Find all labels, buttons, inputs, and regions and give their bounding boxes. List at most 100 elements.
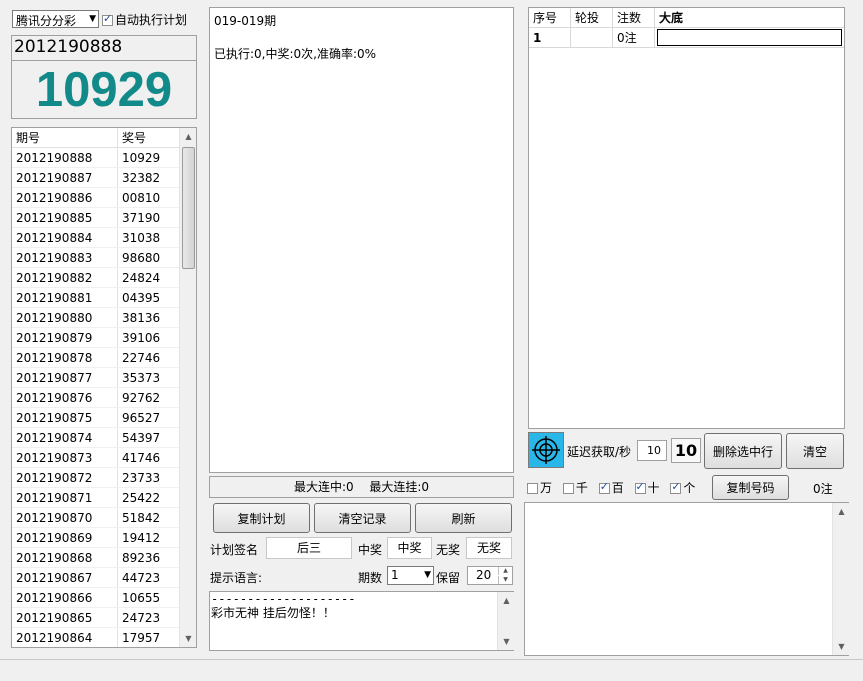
digit-qian-check-icon[interactable] — [562, 483, 574, 494]
digit-wan-check-icon[interactable] — [527, 483, 538, 494]
target-icon[interactable] — [528, 432, 564, 468]
digit-qian-label: 千 — [575, 481, 588, 495]
nowin-input[interactable]: 无奖 — [466, 537, 512, 559]
table-row[interactable]: 2012190872 23733 — [12, 467, 179, 488]
clear-log-button[interactable]: 清空记录 — [314, 503, 411, 533]
current-number: 10929 — [35, 63, 173, 117]
hint-textarea[interactable]: -------------------- 彩市无神 挂后勿怪！！ ▲ ▼ — [209, 591, 514, 651]
digit-wan[interactable]: 万 — [527, 481, 552, 495]
keep-value: 20 — [476, 568, 492, 582]
digit-shi[interactable]: 十 — [634, 480, 660, 495]
delay-label: 延迟获取/秒 — [567, 445, 632, 459]
streak-bar: 最大连中:0 最大连挂:0 — [209, 476, 514, 498]
digit-ge-label: 个 — [683, 481, 696, 495]
copy-numbers-button[interactable]: 复制号码 — [712, 475, 789, 500]
history-issue-cell: 2012190873 — [12, 447, 118, 468]
scroll-thumb[interactable] — [182, 147, 195, 269]
table-row[interactable]: 2012190865 24723 — [12, 607, 179, 628]
table-row[interactable]: 2012190879 39106 — [12, 327, 179, 348]
table-row[interactable]: 2012190876 92762 — [12, 387, 179, 408]
digit-qian[interactable]: 千 — [562, 481, 588, 495]
table-row[interactable]: 2012190864 17957 — [12, 627, 179, 647]
table-row[interactable]: 2012190866 10655 — [12, 587, 179, 608]
history-number-cell: 31038 — [117, 227, 179, 248]
history-issue-cell: 2012190879 — [12, 327, 118, 348]
scroll-up-icon[interactable]: ▲ — [498, 592, 515, 609]
bet-row-base-input[interactable] — [657, 29, 842, 46]
periods-select[interactable]: 1 ▼ — [387, 566, 434, 585]
history-table: 期号 奖号 2012190888 10929 2012190887 32382 2012… — [12, 128, 179, 647]
history-number-cell: 44723 — [117, 567, 179, 588]
bet-table-panel[interactable]: 序号 轮投 注数 大底 1 0注 — [528, 7, 845, 429]
plan-signature-input[interactable]: 后三 — [266, 537, 352, 559]
bet-header-count: 注数 — [612, 8, 655, 28]
delete-selected-button[interactable]: 删除选中行 — [704, 433, 782, 469]
plan-log-area[interactable]: 019-019期 已执行:0,中奖:0次,准确率:0% — [209, 7, 514, 473]
digit-wan-label: 万 — [540, 481, 553, 495]
history-issue-cell: 2012190874 — [12, 427, 118, 448]
history-number-cell: 24723 — [117, 607, 179, 628]
table-row[interactable]: 2012190886 00810 — [12, 187, 179, 208]
table-row[interactable]: 2012190880 38136 — [12, 307, 179, 328]
digit-ge[interactable]: 个 — [670, 480, 696, 495]
digit-bai-check-icon[interactable] — [598, 480, 610, 494]
history-number-cell: 98680 — [117, 247, 179, 268]
table-row[interactable]: 2012190887 32382 — [12, 167, 179, 188]
digit-ge-check-icon[interactable] — [670, 480, 682, 494]
scroll-down-icon[interactable]: ▼ — [833, 638, 850, 655]
scroll-up-icon[interactable]: ▲ — [833, 503, 850, 520]
history-scrollbar[interactable]: ▲ ▼ — [179, 128, 196, 647]
table-row[interactable]: 2012190875 96527 — [12, 407, 179, 428]
auto-plan-check-icon[interactable] — [102, 12, 113, 26]
table-row[interactable]: 2012190888 10929 — [12, 147, 179, 168]
keep-label: 保留 — [436, 571, 461, 585]
max-win-label: 最大连中: — [293, 480, 347, 494]
table-row[interactable]: 2012190873 41746 — [12, 447, 179, 468]
scroll-down-icon[interactable]: ▼ — [498, 633, 515, 650]
table-row[interactable]: 2012190870 51842 — [12, 507, 179, 528]
history-number-cell: 39106 — [117, 327, 179, 348]
copy-plan-button[interactable]: 复制计划 — [213, 503, 310, 533]
history-issue-cell: 2012190877 — [12, 367, 118, 388]
table-row[interactable]: 2012190871 25422 — [12, 487, 179, 508]
history-list[interactable]: 期号 奖号 2012190888 10929 2012190887 32382 2012… — [11, 127, 197, 648]
stepper-up-icon[interactable]: ▲ — [498, 567, 512, 575]
history-issue-cell: 2012190887 — [12, 167, 118, 188]
table-row[interactable]: 2012190878 22746 — [12, 347, 179, 368]
history-issue-cell: 2012190866 — [12, 587, 118, 608]
win-input[interactable]: 中奖 — [387, 537, 432, 559]
lottery-select[interactable]: 腾讯分分彩 ▼ — [12, 10, 99, 28]
bet-row-round[interactable] — [570, 27, 613, 48]
hint-scrollbar[interactable]: ▲ ▼ — [497, 592, 514, 650]
table-row[interactable]: 2012190874 54397 — [12, 427, 179, 448]
history-header-number: 奖号 — [117, 128, 179, 148]
auto-plan-label: 自动执行计划 — [115, 13, 188, 27]
table-row[interactable]: 2012190881 04395 — [12, 287, 179, 308]
history-issue-cell: 2012190884 — [12, 227, 118, 248]
table-row[interactable]: 2012190869 19412 — [12, 527, 179, 548]
digit-bai[interactable]: 百 — [598, 480, 624, 495]
refresh-button[interactable]: 刷新 — [415, 503, 512, 533]
table-row[interactable]: 1 0注 — [529, 27, 844, 48]
delay-input[interactable]: 10 — [637, 440, 667, 461]
scroll-up-icon[interactable]: ▲ — [180, 128, 196, 145]
numbers-output-area[interactable]: ▲ ▼ — [524, 502, 849, 656]
numbers-scrollbar[interactable]: ▲ ▼ — [832, 503, 849, 655]
table-row[interactable]: 2012190885 37190 — [12, 207, 179, 228]
table-row[interactable]: 2012190867 44723 — [12, 567, 179, 588]
auto-plan-checkbox[interactable]: 自动执行计划 — [102, 11, 194, 27]
table-row[interactable]: 2012190883 98680 — [12, 247, 179, 268]
stepper-down-icon[interactable]: ▼ — [498, 576, 512, 584]
clear-button[interactable]: 清空 — [786, 433, 844, 469]
table-row[interactable]: 2012190877 35373 — [12, 367, 179, 388]
history-issue-cell: 2012190886 — [12, 187, 118, 208]
table-row[interactable]: 2012190882 24824 — [12, 267, 179, 288]
scroll-down-icon[interactable]: ▼ — [180, 630, 196, 647]
digit-shi-check-icon[interactable] — [634, 480, 646, 494]
table-row[interactable]: 2012190884 31038 — [12, 227, 179, 248]
delay-input-value: 10 — [647, 444, 661, 457]
delay-display: 10 — [671, 438, 701, 463]
table-row[interactable]: 2012190868 89236 — [12, 547, 179, 568]
delay-display-value: 10 — [674, 441, 698, 460]
keep-stepper[interactable]: 20 ▲ ▼ — [467, 566, 513, 585]
